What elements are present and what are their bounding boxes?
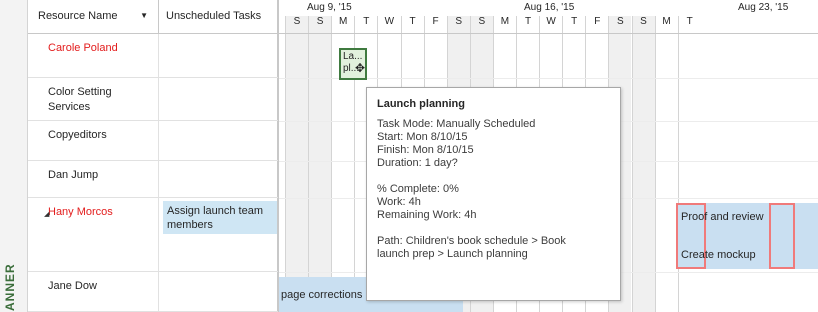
collapse-icon[interactable]: ◢ — [44, 207, 49, 222]
day-label: S — [316, 16, 324, 27]
resource-row[interactable]: ◢ Hany Morcos Assign launch team members — [28, 198, 278, 272]
view-label: ANNER — [3, 263, 17, 311]
tooltip-finish: Finish: Mon 8/10/15 — [377, 144, 474, 156]
day-label: S — [617, 16, 624, 27]
resource-row[interactable]: Color Setting Services — [28, 78, 278, 121]
day-column: S — [285, 16, 308, 312]
day-label: T — [524, 16, 532, 27]
resource-row[interactable]: Copyeditors — [28, 121, 278, 161]
day-label: M — [500, 16, 510, 27]
day-label: S — [478, 16, 486, 27]
week-label: Aug 9, '15 — [307, 2, 352, 13]
day-column: M — [654, 16, 678, 312]
day-label: M — [662, 16, 671, 27]
filter-dropdown-icon[interactable]: ▼ — [140, 11, 148, 20]
unscheduled-cell[interactable] — [159, 272, 278, 311]
week-label: Aug 23, '15 — [738, 2, 789, 13]
view-bar: ANNER — [0, 0, 28, 312]
resource-row[interactable]: Dan Jump — [28, 161, 278, 198]
resource-name-cell[interactable]: Jane Dow — [28, 272, 159, 311]
selected-task-bar[interactable]: La... pl... ✥ — [339, 48, 367, 80]
day-column: S — [308, 16, 332, 312]
task-bar-label[interactable]: Create mockup — [681, 249, 756, 261]
day-label: T — [686, 16, 693, 27]
task-bar-label[interactable]: Proof and review — [681, 211, 764, 223]
unscheduled-cell[interactable] — [159, 34, 278, 77]
tooltip-title: Launch planning — [377, 98, 465, 110]
day-label: T — [409, 16, 416, 27]
column-header-resource-name[interactable]: Resource Name ▼ — [28, 0, 159, 34]
tooltip-task-mode: Task Mode: Manually Scheduled — [377, 118, 536, 130]
day-label: M — [339, 16, 348, 27]
tooltip-start: Start: Mon 8/10/15 — [377, 131, 468, 143]
task-bar-label[interactable]: page corrections — [281, 289, 362, 301]
unscheduled-cell[interactable] — [159, 121, 278, 160]
task-tooltip: Launch planning Task Mode: Manually Sche… — [366, 87, 621, 301]
day-label: T — [363, 16, 370, 27]
resource-name-cell[interactable]: Carole Poland — [28, 34, 159, 77]
resource-name-cell[interactable]: Color Setting Services — [28, 78, 159, 120]
timescale-divider — [279, 33, 818, 34]
day-label: S — [640, 16, 647, 27]
day-label: W — [384, 16, 395, 27]
unscheduled-cell[interactable]: Assign launch team members — [159, 198, 278, 271]
overallocation-marker — [769, 203, 795, 269]
week-label: Aug 16, '15 — [524, 2, 575, 13]
column-header-label: Resource Name — [38, 10, 118, 22]
day-label: F — [594, 16, 601, 27]
resource-name-cell[interactable]: Dan Jump — [28, 161, 159, 197]
resource-grid: Resource Name ▼ Unscheduled Tasks Carole… — [28, 0, 278, 312]
tooltip-path: launch prep > Launch planning — [377, 248, 528, 260]
resource-name-text: Hany Morcos — [48, 206, 113, 218]
resource-name-cell[interactable]: Copyeditors — [28, 121, 159, 160]
day-column: S — [631, 16, 655, 312]
unscheduled-cell[interactable] — [159, 161, 278, 197]
tooltip-remaining-work: Remaining Work: 4h — [377, 209, 477, 221]
unscheduled-cell[interactable] — [159, 78, 278, 120]
day-label: S — [455, 16, 463, 27]
resource-row[interactable]: Carole Poland — [28, 34, 278, 78]
tooltip-duration: Duration: 1 day? — [377, 157, 458, 169]
resource-row[interactable]: Jane Dow — [28, 272, 278, 312]
day-label: F — [432, 16, 439, 27]
column-header-label: Unscheduled Tasks — [166, 10, 262, 22]
unscheduled-task-card[interactable]: Assign launch team members — [163, 201, 277, 234]
day-label: T — [571, 16, 578, 27]
move-cursor-icon: ✥ — [355, 61, 366, 75]
resource-name-cell[interactable]: ◢ Hany Morcos — [28, 198, 159, 271]
tooltip-percent-complete: % Complete: 0% — [377, 183, 459, 195]
tooltip-path: Path: Children's book schedule > Book — [377, 235, 566, 247]
column-header-unscheduled-tasks[interactable]: Unscheduled Tasks — [159, 0, 278, 34]
day-label: S — [293, 16, 301, 27]
tooltip-work: Work: 4h — [377, 196, 421, 208]
day-label: W — [546, 16, 556, 27]
